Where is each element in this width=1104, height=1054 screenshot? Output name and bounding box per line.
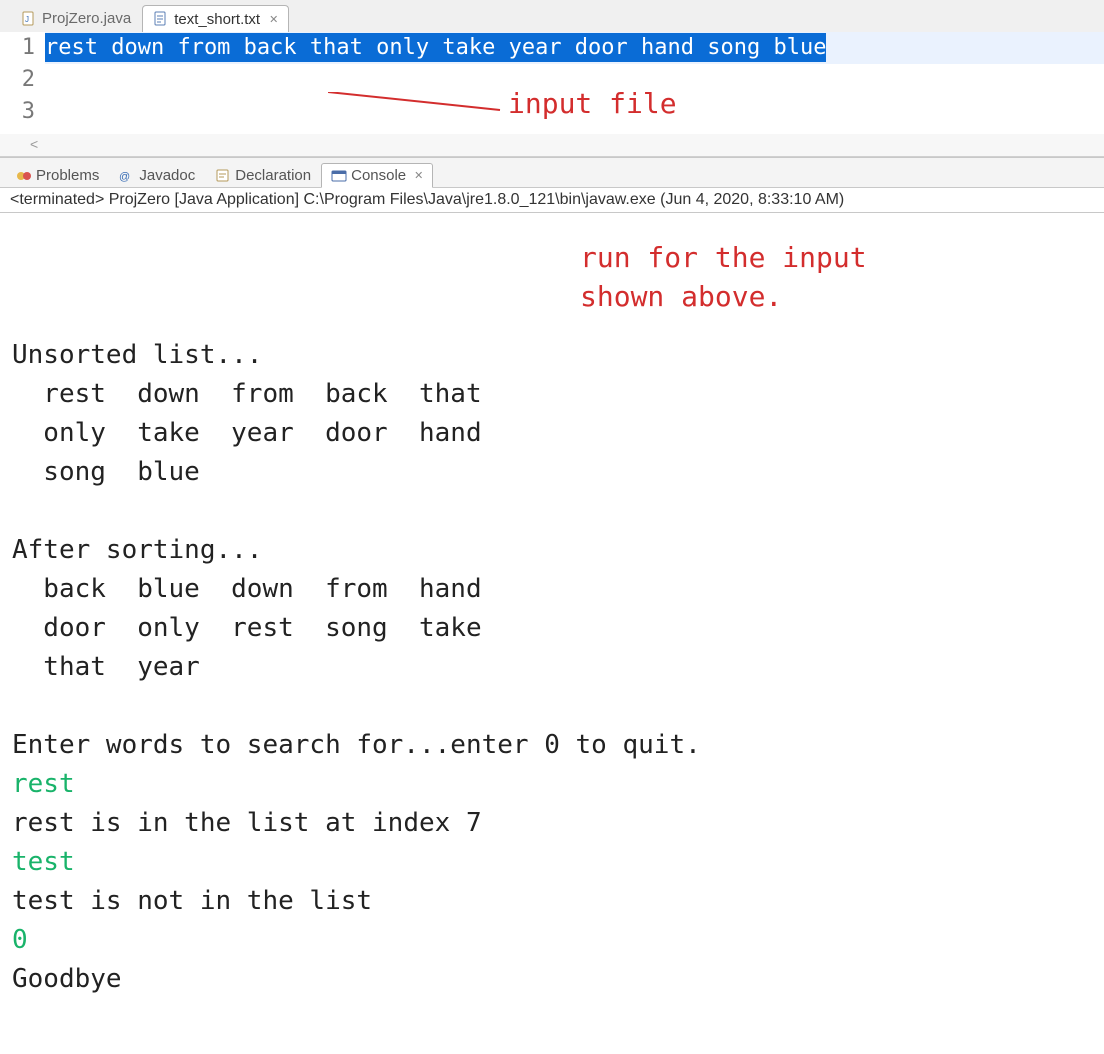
bottom-views-pane: Problems @ Javadoc Declaration Console ✕… (0, 157, 1104, 1005)
close-icon[interactable]: ✕ (269, 13, 278, 26)
editor-tab-textshort[interactable]: text_short.txt ✕ (142, 5, 289, 33)
code-line[interactable]: rest down from back that only take year … (45, 32, 1104, 64)
tab-label: Problems (36, 167, 99, 184)
tab-declaration[interactable]: Declaration (205, 163, 321, 187)
selected-text[interactable]: rest down from back that only take year … (45, 33, 826, 62)
editor-tab-projzero[interactable]: J ProjZero.java (10, 4, 142, 32)
console-program-output: back blue down from hand (12, 574, 482, 604)
console-program-output: Unsorted list... (12, 340, 262, 370)
java-file-icon: J (21, 11, 37, 27)
problems-icon (16, 168, 32, 184)
console-user-input: test (12, 847, 75, 877)
tab-label: Declaration (235, 167, 311, 184)
editor-body[interactable]: 1 2 3 rest down from back that only take… (0, 32, 1104, 134)
horizontal-scroll-left-icon[interactable]: < (0, 134, 1104, 156)
close-icon[interactable]: ✕ (414, 169, 423, 182)
console-program-output: After sorting... (12, 535, 262, 565)
text-file-icon (153, 11, 169, 27)
console-program-output: door only rest song take (12, 613, 482, 643)
line-number: 3 (0, 96, 35, 128)
tab-console[interactable]: Console ✕ (321, 163, 433, 188)
editor-tab-label: text_short.txt (174, 11, 260, 28)
editor-tab-bar: J ProjZero.java text_short.txt ✕ (0, 0, 1104, 32)
annotation-run: run for the input shown above. (580, 238, 867, 316)
console-program-output: test is not in the list (12, 886, 372, 916)
editor-tab-label: ProjZero.java (42, 10, 131, 27)
console-output[interactable]: run for the input shown above. Unsorted … (0, 213, 1104, 1005)
javadoc-icon: @ (119, 168, 135, 184)
svg-text:J: J (25, 15, 29, 24)
tab-label: Console (351, 167, 406, 184)
line-gutter: 1 2 3 (0, 32, 45, 128)
code-line[interactable] (45, 64, 1104, 96)
line-number: 2 (0, 64, 35, 96)
tab-problems[interactable]: Problems (6, 163, 109, 187)
console-program-output: Goodbye (12, 964, 122, 994)
console-program-output: only take year door hand (12, 418, 482, 448)
console-program-output: rest is in the list at index 7 (12, 808, 482, 838)
console-user-input: rest (12, 769, 75, 799)
console-program-output: song blue (12, 457, 200, 487)
console-icon (331, 168, 347, 184)
line-number: 1 (0, 32, 35, 64)
code-area[interactable]: rest down from back that only take year … (45, 32, 1104, 128)
console-status-line: <terminated> ProjZero [Java Application]… (0, 188, 1104, 213)
tab-javadoc[interactable]: @ Javadoc (109, 163, 205, 187)
tab-label: Javadoc (139, 167, 195, 184)
code-line[interactable] (45, 96, 1104, 128)
console-program-output: Enter words to search for...enter 0 to q… (12, 730, 701, 760)
console-program-output: that year (12, 652, 200, 682)
console-program-output: rest down from back that (12, 379, 482, 409)
svg-text:@: @ (119, 171, 130, 183)
view-tab-bar: Problems @ Javadoc Declaration Console ✕ (0, 158, 1104, 188)
editor-pane: J ProjZero.java text_short.txt ✕ 1 2 3 r… (0, 0, 1104, 157)
console-user-input: 0 (12, 925, 28, 955)
declaration-icon (215, 168, 231, 184)
